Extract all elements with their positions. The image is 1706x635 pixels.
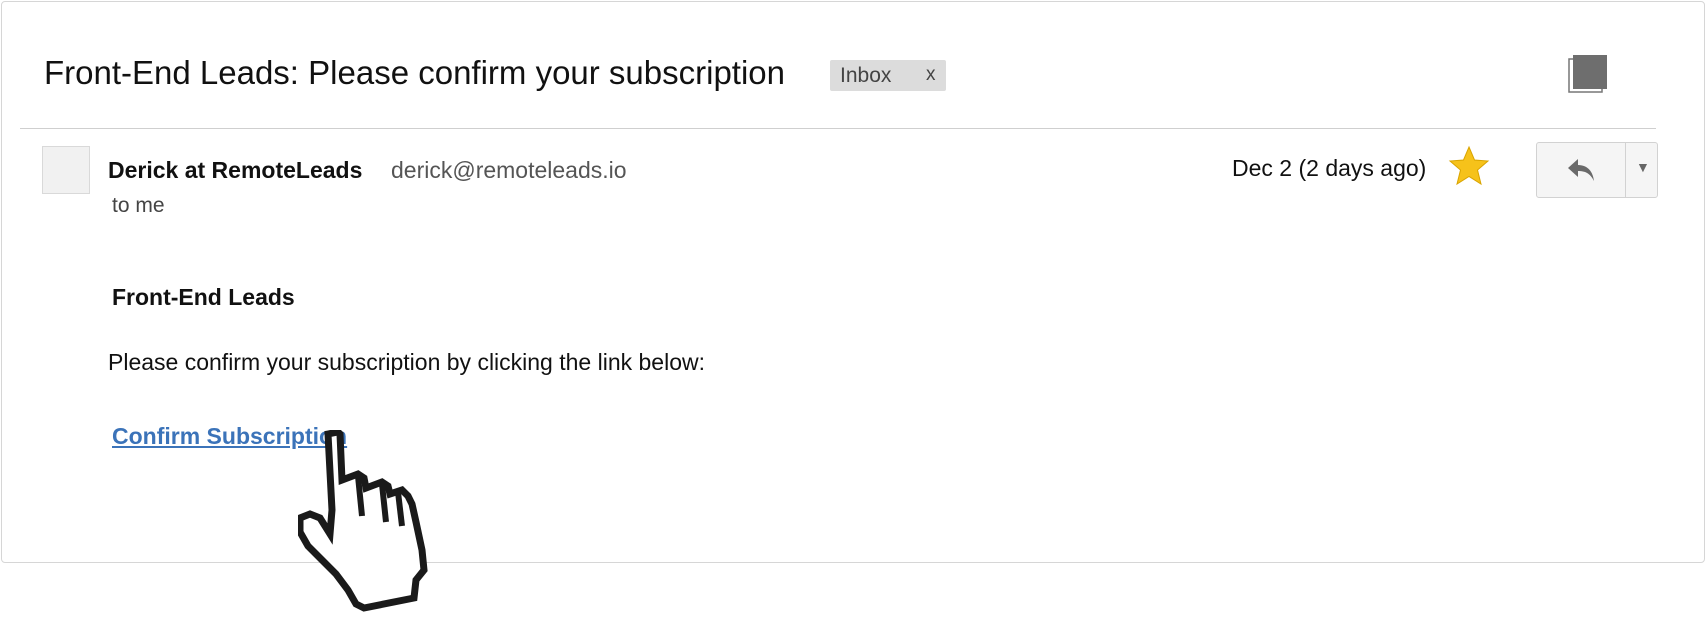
- reply-icon: [1568, 159, 1594, 181]
- recipient-line: to me: [112, 194, 165, 217]
- body-text: Please confirm your subscription by clic…: [108, 349, 705, 375]
- body-heading: Front-End Leads: [112, 284, 295, 310]
- email-date: Dec 2 (2 days ago): [1232, 155, 1427, 181]
- more-options-button[interactable]: ▼: [1625, 143, 1658, 197]
- chevron-down-icon: ▼: [1636, 159, 1650, 175]
- reply-button-group: ▼: [1536, 142, 1658, 198]
- sender-email: derick@remoteleads.io: [391, 157, 627, 183]
- print-icon[interactable]: [1568, 54, 1608, 94]
- reply-button[interactable]: [1537, 143, 1625, 197]
- inbox-label-chip: Inbox x: [830, 60, 946, 91]
- label-chip-text: Inbox: [840, 64, 892, 87]
- avatar: [42, 146, 90, 194]
- remove-label-button[interactable]: x: [926, 64, 936, 86]
- hand-cursor-icon: [296, 428, 462, 630]
- email-card: Front-End Leads: Please confirm your sub…: [1, 1, 1705, 563]
- header-divider: [20, 128, 1656, 129]
- star-icon[interactable]: [1448, 145, 1490, 187]
- sender-name: Derick at RemoteLeads: [108, 157, 363, 183]
- email-subject: Front-End Leads: Please confirm your sub…: [44, 54, 786, 91]
